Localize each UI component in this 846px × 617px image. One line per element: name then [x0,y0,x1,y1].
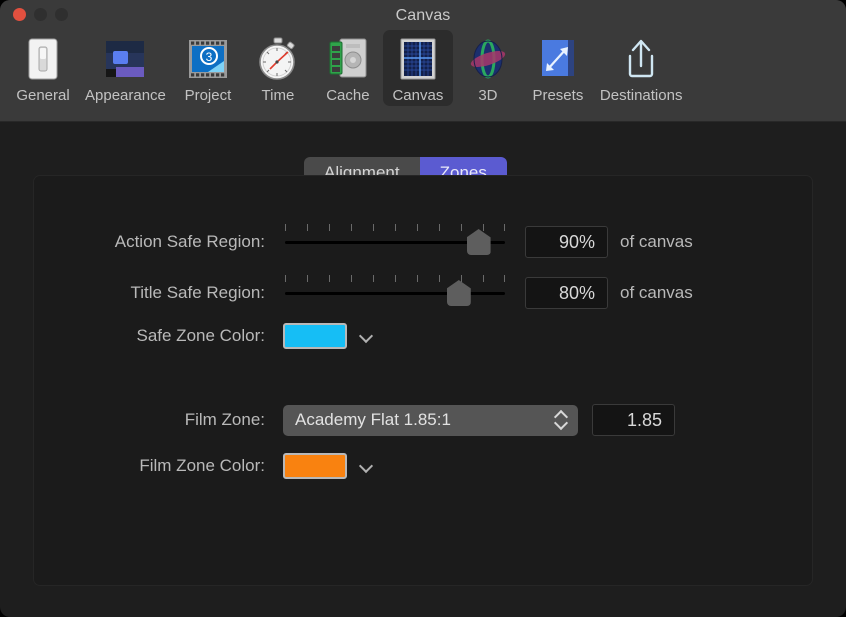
svg-text:3: 3 [206,50,213,64]
appearance-icon [101,34,149,84]
film-zone-value: Academy Flat 1.85:1 [295,410,451,430]
toolbar-label: Project [185,87,232,104]
safe-zone-color-label: Safe Zone Color: [103,326,265,346]
resize-icon [534,34,582,84]
toolbar-item-destinations[interactable]: Destinations [593,30,690,106]
toolbar-label: 3D [478,87,497,104]
slider-thumb[interactable] [447,280,471,306]
film-zone-label: Film Zone: [163,410,265,430]
toolbar-item-3d[interactable]: 3D [453,30,523,106]
sphere-icon [464,34,512,84]
title-safe-region-suffix: of canvas [620,283,693,303]
film-zone-color-well[interactable] [283,453,347,479]
action-safe-region-slider[interactable] [285,222,505,262]
row-title-safe-region: Title Safe Region: 80% of canvas [78,273,738,313]
action-safe-region-suffix: of canvas [620,232,693,252]
toolbar-label: Appearance [85,87,166,104]
slider-ticks [285,275,505,283]
toolbar-label: Canvas [392,87,443,104]
toolbar-label: Presets [532,87,583,104]
film-zone-ratio-value[interactable]: 1.85 [592,404,675,436]
action-safe-region-label: Action Safe Region: [78,232,265,252]
title-bar: Canvas General [0,0,846,122]
preferences-window: Canvas General [0,0,846,617]
slider-thumb[interactable] [467,229,491,255]
row-action-safe-region: Action Safe Region: 90% of canvas [78,222,738,262]
chevron-down-icon[interactable] [359,458,375,474]
slider-ticks [285,224,505,232]
preferences-toolbar: General Appearance [0,30,846,120]
slider-track[interactable] [285,292,505,295]
title-safe-region-slider[interactable] [285,273,505,313]
title-safe-region-label: Title Safe Region: [78,283,265,303]
action-safe-region-value[interactable]: 90% [525,226,608,258]
chevron-down-icon[interactable] [359,328,375,344]
toolbar-label: Destinations [600,87,683,104]
toolbar-label: Time [262,87,295,104]
row-safe-zone-color: Safe Zone Color: [103,323,375,349]
toolbar-item-time[interactable]: Time [243,30,313,106]
memory-disk-icon [324,34,372,84]
film-zone-popup-button[interactable]: Academy Flat 1.85:1 [283,405,578,436]
toolbar-label: General [16,87,69,104]
toolbar-label: Cache [326,87,369,104]
toolbar-item-cache[interactable]: Cache [313,30,383,106]
title-safe-region-value[interactable]: 80% [525,277,608,309]
safe-zone-color-well[interactable] [283,323,347,349]
row-film-zone-color: Film Zone Color: [106,453,375,479]
chevron-up-down-icon [555,410,567,430]
film-zone-color-label: Film Zone Color: [106,456,265,476]
toolbar-item-appearance[interactable]: Appearance [78,30,173,106]
share-icon [617,34,665,84]
stopwatch-icon [254,34,302,84]
toolbar-item-project[interactable]: 3 Project [173,30,243,106]
grid-canvas-icon [394,34,442,84]
toolbar-item-presets[interactable]: Presets [523,30,593,106]
window-title: Canvas [0,7,846,25]
toolbar-item-general[interactable]: General [8,30,78,106]
filmstrip-icon: 3 [184,34,232,84]
switch-icon [19,34,67,84]
row-film-zone: Film Zone: Academy Flat 1.85:1 1.85 [163,404,675,436]
toolbar-item-canvas[interactable]: Canvas [383,30,453,106]
